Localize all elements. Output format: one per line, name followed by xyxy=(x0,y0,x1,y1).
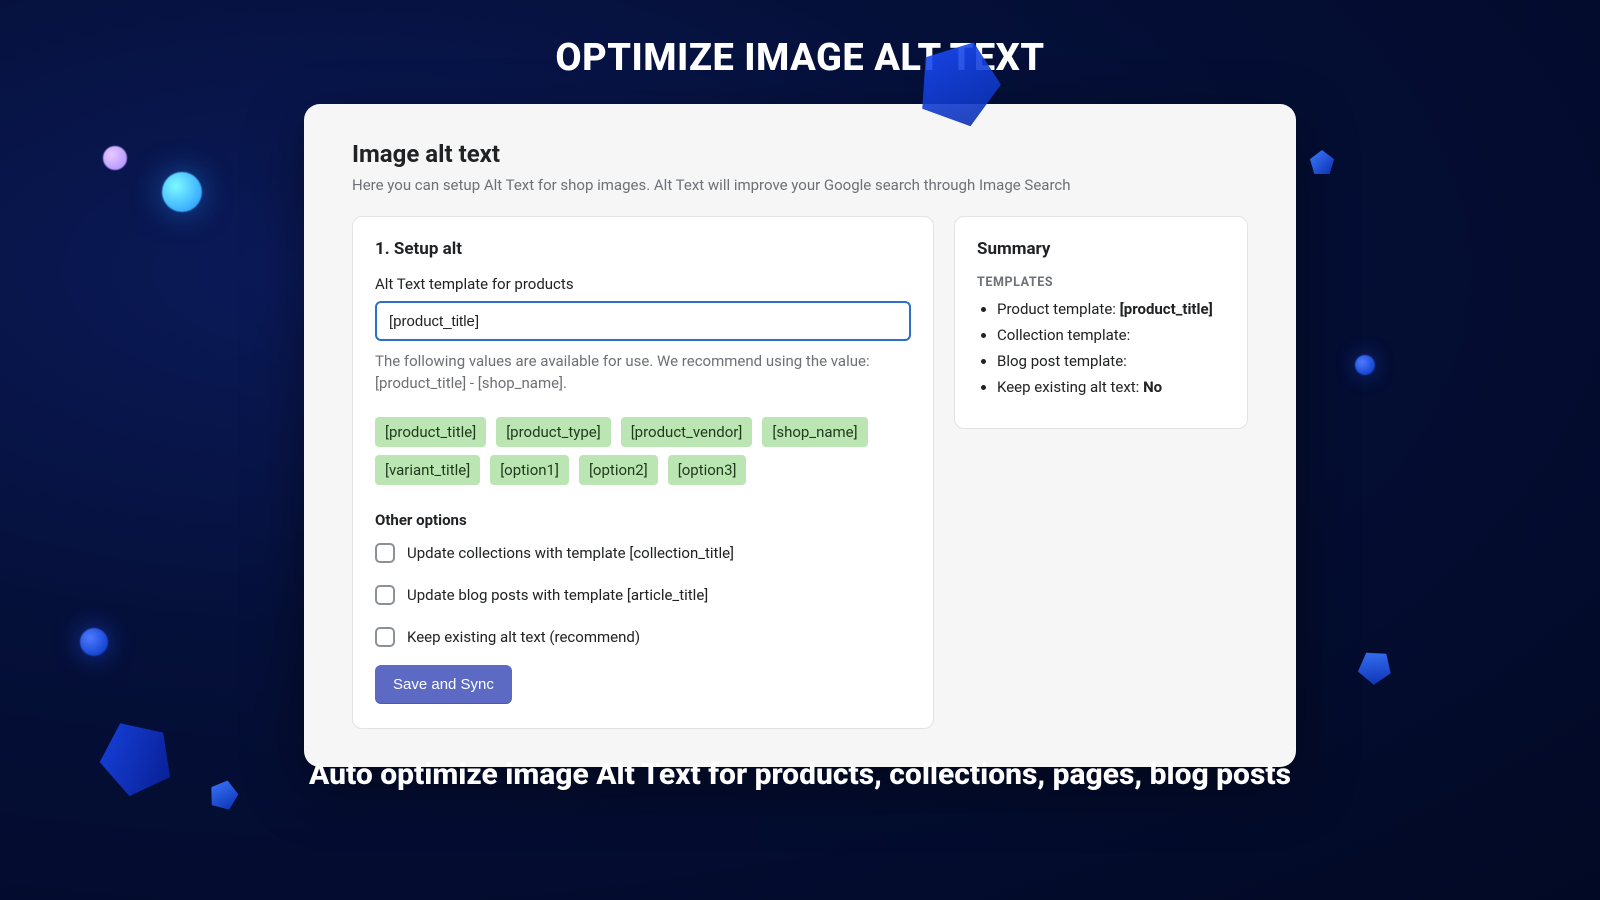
summary-item: Blog post template: xyxy=(997,352,1225,370)
template-tag[interactable]: [product_type] xyxy=(496,417,611,447)
summary-item: Product template: [product_title] xyxy=(997,300,1225,318)
template-tag[interactable]: [shop_name] xyxy=(762,417,867,447)
summary-item-label: Product template: xyxy=(997,300,1116,318)
summary-item-label: Blog post template: xyxy=(997,352,1127,370)
save-sync-button[interactable]: Save and Sync xyxy=(375,665,512,704)
setup-card: 1. Setup alt Alt Text template for produ… xyxy=(352,216,934,729)
alt-template-helper: The following values are available for u… xyxy=(375,351,911,395)
alt-template-input[interactable] xyxy=(375,301,911,341)
template-tag-list: [product_title] [product_type] [product_… xyxy=(375,417,911,485)
summary-item-value: [product_title] xyxy=(1120,300,1213,318)
checkbox-label: Keep existing alt text (recommend) xyxy=(407,628,640,646)
checkbox-row-keep-existing: Keep existing alt text (recommend) xyxy=(375,627,911,647)
template-tag[interactable]: [variant_title] xyxy=(375,455,480,485)
checkbox-label: Update blog posts with template [article… xyxy=(407,586,708,604)
template-tag[interactable]: [option1] xyxy=(490,455,569,485)
decorative-orb xyxy=(1355,355,1375,375)
summary-card: Summary TEMPLATES Product template: [pro… xyxy=(954,216,1248,429)
template-tag[interactable]: [option2] xyxy=(579,455,658,485)
checkbox-collections[interactable] xyxy=(375,543,395,563)
hero-title: OPTIMIZE IMAGE ALT TEXT xyxy=(0,0,1600,80)
summary-item-value: No xyxy=(1143,378,1162,396)
summary-heading: Summary xyxy=(977,239,1225,259)
panel-description: Here you can setup Alt Text for shop ima… xyxy=(352,176,1248,194)
summary-list: Product template: [product_title] Collec… xyxy=(977,300,1225,396)
decorative-orb xyxy=(80,628,108,656)
setup-heading: 1. Setup alt xyxy=(375,239,911,259)
checkbox-row-blogposts: Update blog posts with template [article… xyxy=(375,585,911,605)
summary-item: Collection template: xyxy=(997,326,1225,344)
checkbox-blogposts[interactable] xyxy=(375,585,395,605)
other-options-heading: Other options xyxy=(375,511,911,529)
decorative-gem xyxy=(1353,643,1398,688)
template-tag[interactable]: [option3] xyxy=(668,455,747,485)
checkbox-row-collections: Update collections with template [collec… xyxy=(375,543,911,563)
decorative-orb xyxy=(103,146,127,170)
summary-item: Keep existing alt text: No xyxy=(997,378,1225,396)
checkbox-keep-existing[interactable] xyxy=(375,627,395,647)
summary-item-label: Collection template: xyxy=(997,326,1130,344)
decorative-gem xyxy=(1310,150,1334,174)
summary-item-label: Keep existing alt text: xyxy=(997,378,1139,396)
checkbox-label: Update collections with template [collec… xyxy=(407,544,734,562)
settings-panel: Image alt text Here you can setup Alt Te… xyxy=(304,104,1296,767)
alt-template-label: Alt Text template for products xyxy=(375,275,911,293)
hero-subtitle: Auto optimize image Alt Text for product… xyxy=(0,757,1600,792)
template-tag[interactable]: [product_title] xyxy=(375,417,486,447)
template-tag[interactable]: [product_vendor] xyxy=(621,417,753,447)
decorative-orb xyxy=(162,172,202,212)
panel-title: Image alt text xyxy=(352,140,1248,168)
summary-templates-label: TEMPLATES xyxy=(977,275,1225,290)
